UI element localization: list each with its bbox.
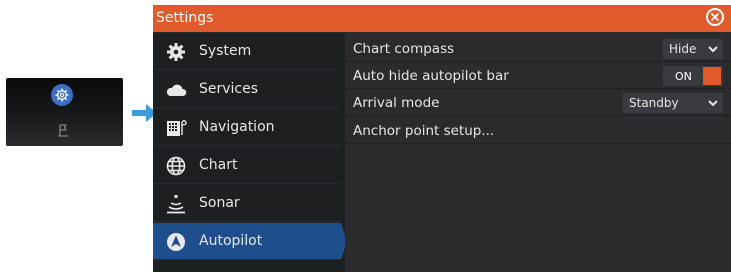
setting-label: Chart compass: [353, 41, 455, 57]
setting-row-auto-hide-autopilot-bar: Auto hide autopilot bar ON: [345, 64, 731, 89]
dropdown-value: Standby: [629, 96, 679, 110]
sidebar-item-navigation[interactable]: Navigation: [153, 109, 341, 146]
settings-content: Chart compass Hide Auto hide autopilot b…: [345, 33, 731, 272]
chart-compass-dropdown[interactable]: Hide: [663, 39, 723, 59]
title-bar: Settings: [153, 5, 731, 32]
setting-row-arrival-mode: Arrival mode Standby: [345, 91, 731, 116]
flag-icon: [56, 122, 70, 137]
toggle-value: ON: [675, 70, 692, 83]
setting-label: Auto hide autopilot bar: [353, 68, 509, 84]
arrival-mode-dropdown[interactable]: Standby: [623, 93, 723, 113]
sidebar-item-label: Navigation: [199, 119, 275, 135]
sidebar-item-label: System: [199, 43, 252, 59]
close-icon: [710, 12, 720, 22]
chevron-down-icon: [707, 43, 719, 55]
gear-icon[interactable]: [51, 84, 73, 106]
auto-hide-toggle[interactable]: ON: [663, 66, 723, 86]
settings-sidebar: System Services Navigation Chart Sonar A…: [153, 33, 347, 272]
gear-icon: [165, 41, 187, 63]
globe-icon: [165, 155, 187, 177]
setting-label: Arrival mode: [353, 95, 440, 111]
navigation-icon: [165, 117, 187, 139]
setting-row-anchor-point-setup[interactable]: Anchor point setup...: [345, 119, 731, 144]
setting-label: Anchor point setup...: [353, 123, 495, 139]
sidebar-item-label: Chart: [199, 157, 238, 173]
toggle-knob: [703, 67, 721, 85]
sidebar-item-sonar[interactable]: Sonar: [153, 185, 341, 222]
sidebar-item-label: Services: [199, 81, 259, 97]
autopilot-icon: [165, 231, 187, 253]
close-button[interactable]: [706, 8, 724, 26]
sidebar-item-label: Sonar: [199, 195, 240, 211]
setting-row-chart-compass: Chart compass Hide: [345, 37, 731, 62]
chevron-down-icon: [707, 97, 719, 109]
sidebar-item-services[interactable]: Services: [153, 71, 341, 108]
sidebar-item-label: Autopilot: [199, 233, 263, 249]
sidebar-item-chart[interactable]: Chart: [153, 147, 341, 184]
cloud-icon: [165, 79, 187, 101]
thumbnail-preview: [6, 78, 123, 146]
dropdown-value: Hide: [669, 42, 697, 56]
sidebar-item-autopilot[interactable]: Autopilot: [153, 223, 347, 260]
settings-window: Settings System Services Navigation Char…: [153, 5, 731, 272]
sidebar-item-system[interactable]: System: [153, 33, 341, 70]
window-title: Settings: [156, 10, 214, 26]
sonar-icon: [165, 193, 187, 215]
